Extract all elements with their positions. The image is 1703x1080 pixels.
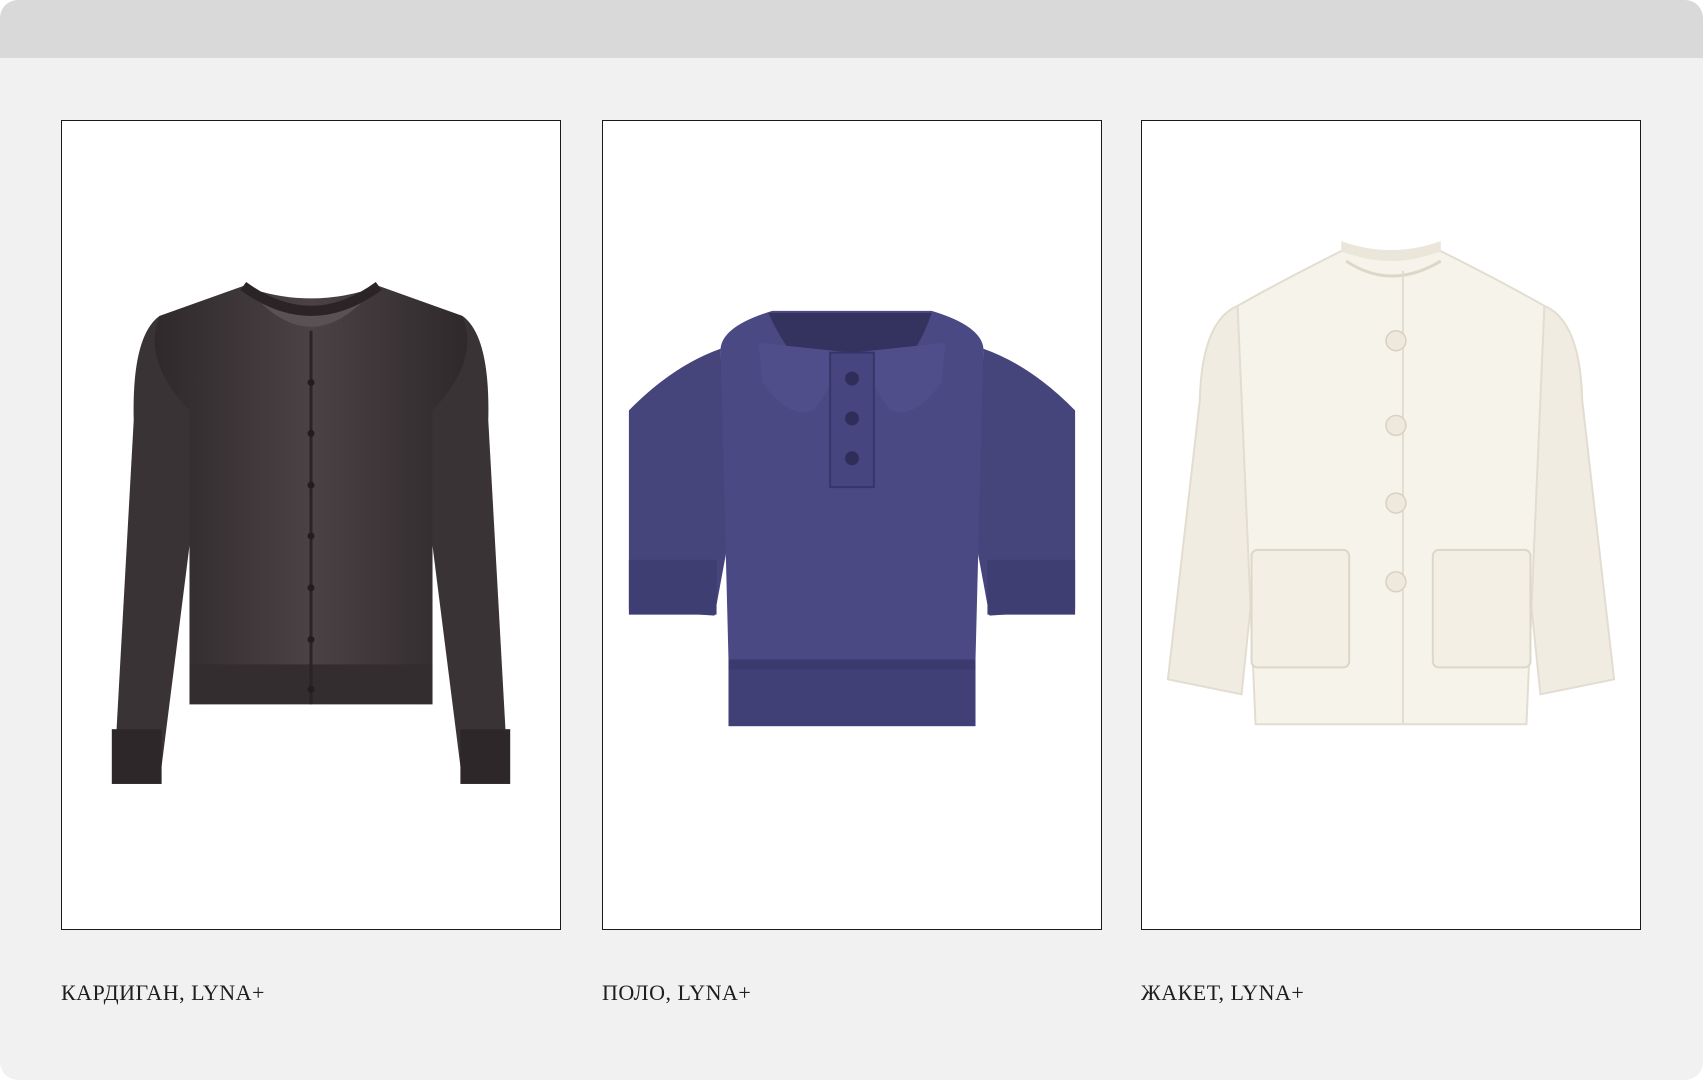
product-caption-cardigan[interactable]: КАРДИГАН, LYNA+ — [61, 980, 265, 1006]
cardigan-icon — [111, 281, 511, 784]
product-card-polo[interactable] — [602, 120, 1102, 930]
polo-icon — [628, 310, 1076, 727]
product-caption-jacket[interactable]: ЖАКЕТ, LYNA+ — [1141, 980, 1304, 1006]
browser-window: КАРДИГАН, LYNA+ ПОЛО, LYNA+ ЖАКЕТ, LYNA+ — [0, 0, 1703, 1080]
top-bar — [0, 0, 1703, 58]
product-card-jacket[interactable] — [1141, 120, 1641, 930]
jacket-icon — [1166, 241, 1616, 726]
product-caption-polo[interactable]: ПОЛО, LYNA+ — [602, 980, 751, 1006]
product-card-cardigan[interactable] — [61, 120, 561, 930]
